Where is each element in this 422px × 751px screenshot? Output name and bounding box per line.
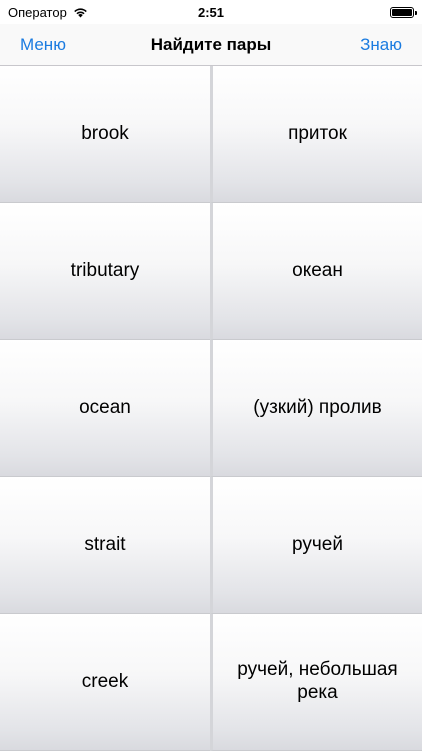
word-card-right-1[interactable]: приток (210, 66, 422, 203)
word-card-right-4[interactable]: ручей (210, 477, 422, 614)
word-card-right-5[interactable]: ручей, небольшая река (210, 614, 422, 751)
status-bar: Оператор 2:51 (0, 0, 422, 24)
carrier-label: Оператор (8, 4, 67, 20)
battery-icon (390, 6, 417, 18)
wifi-icon (74, 7, 87, 17)
word-card-left-3[interactable]: ocean (0, 340, 210, 477)
word-card-left-2[interactable]: tributary (0, 203, 210, 340)
word-card-right-2[interactable]: океан (210, 203, 422, 340)
pairs-grid: brook приток tributary океан ocean (узки… (0, 66, 422, 751)
word-card-left-4[interactable]: strait (0, 477, 210, 614)
status-left: Оператор (8, 5, 88, 20)
word-card-left-1[interactable]: brook (0, 66, 210, 203)
word-card-left-5[interactable]: creek (0, 614, 210, 751)
word-card-right-3[interactable]: (узкий) пролив (210, 340, 422, 477)
know-button[interactable]: Знаю (360, 35, 402, 55)
navigation-bar: Меню Найдите пары Знаю (0, 24, 422, 66)
menu-button[interactable]: Меню (20, 35, 66, 55)
battery-level (392, 8, 412, 16)
